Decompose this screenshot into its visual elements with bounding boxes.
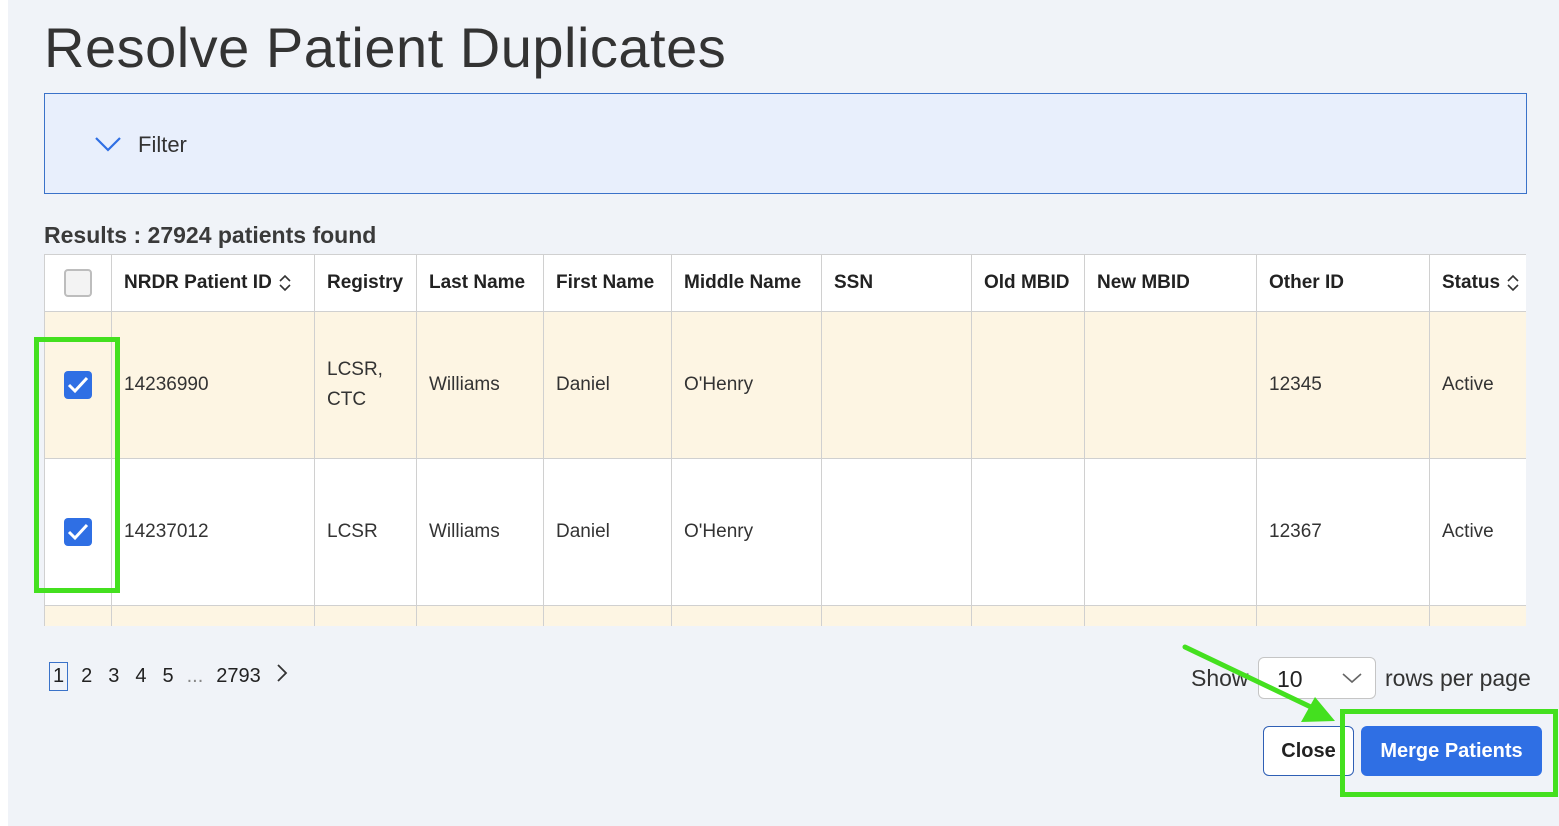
cell-status: Active — [1429, 458, 1526, 606]
page-link-4[interactable]: 4 — [132, 663, 149, 690]
rows-per-page-label: rows per page — [1385, 665, 1531, 691]
row-select-cell — [44, 605, 112, 626]
patients-table-container: NRDR Patient ID Registry Last Name First… — [44, 254, 1526, 626]
cell-registry: LCSR — [314, 458, 417, 606]
col-nrdr-patient-id[interactable]: NRDR Patient ID — [111, 254, 315, 312]
patients-table: NRDR Patient ID Registry Last Name First… — [44, 254, 1526, 626]
cell-last-name: Williams — [416, 458, 544, 606]
col-middle-name: Middle Name — [671, 254, 822, 312]
cell-status — [1429, 605, 1526, 626]
cell-other-id — [1256, 605, 1430, 626]
col-registry: Registry — [314, 254, 417, 312]
col-other-id: Other ID — [1256, 254, 1430, 312]
cell-new-mbid — [1084, 605, 1257, 626]
pagination: 1 2 3 4 5 ... 2793 — [49, 661, 290, 691]
cell-registry: LCSR, CTC — [314, 311, 417, 459]
show-label: Show — [1191, 665, 1249, 691]
row-select-cell — [44, 458, 112, 606]
page-link-5[interactable]: 5 — [160, 663, 177, 690]
cell-other-id: 12345 — [1256, 311, 1430, 459]
cell-middle-name: O'Henry — [671, 458, 822, 606]
page-link-last[interactable]: 2793 — [213, 663, 264, 690]
col-new-mbid: New MBID — [1084, 254, 1257, 312]
row-checkbox-checked[interactable] — [64, 518, 92, 546]
cell-middle-name: O'Henry — [671, 311, 822, 459]
cell-new-mbid — [1084, 311, 1257, 459]
filter-panel[interactable]: Filter — [44, 93, 1527, 194]
select-all-checkbox[interactable] — [64, 269, 92, 297]
sort-icon[interactable] — [1500, 272, 1520, 293]
col-last-name: Last Name — [416, 254, 544, 312]
cell-first-name: Daniel — [543, 458, 672, 606]
cell-old-mbid — [971, 605, 1085, 626]
cell-nrdr-id: 14236990 — [111, 311, 315, 459]
cell-middle-name — [671, 605, 822, 626]
cell-nrdr-id — [111, 605, 315, 626]
cell-old-mbid — [971, 458, 1085, 606]
table-row[interactable]: 14237012 LCSR Williams Daniel O'Henry 12… — [44, 458, 1526, 606]
cell-status: Active — [1429, 311, 1526, 459]
page-link-3[interactable]: 3 — [105, 663, 122, 690]
col-ssn: SSN — [821, 254, 972, 312]
sort-icon[interactable] — [272, 272, 292, 293]
results-count: Results : 27924 patients found — [44, 222, 377, 248]
chevron-right-icon[interactable] — [274, 662, 290, 690]
cell-new-mbid — [1084, 458, 1257, 606]
filter-label[interactable]: Filter — [138, 132, 187, 158]
page-link-1[interactable]: 1 — [49, 661, 69, 691]
select-all-cell — [44, 254, 112, 312]
cell-other-id: 12367 — [1256, 458, 1430, 606]
cell-ssn — [821, 605, 972, 626]
page-link-2[interactable]: 2 — [78, 663, 95, 690]
rows-per-page-value: 10 — [1277, 666, 1303, 692]
col-first-name: First Name — [543, 254, 672, 312]
merge-patients-button[interactable]: Merge Patients — [1361, 726, 1542, 776]
col-old-mbid: Old MBID — [971, 254, 1085, 312]
chevron-down-icon — [1342, 673, 1362, 684]
cell-last-name — [416, 605, 544, 626]
cell-last-name: Williams — [416, 311, 544, 459]
table-row[interactable]: 14236990 LCSR, CTC Williams Daniel O'Henr… — [44, 311, 1526, 459]
chevron-down-icon[interactable] — [93, 132, 123, 156]
row-checkbox-checked[interactable] — [64, 371, 92, 399]
cell-old-mbid — [971, 311, 1085, 459]
table-header-row: NRDR Patient ID Registry Last Name First… — [44, 254, 1526, 312]
rows-per-page-select[interactable]: 10 — [1258, 657, 1376, 699]
table-row[interactable] — [44, 605, 1526, 626]
cell-ssn — [821, 311, 972, 459]
cell-ssn — [821, 458, 972, 606]
cell-first-name: Daniel — [543, 311, 672, 459]
cell-nrdr-id: 14237012 — [111, 458, 315, 606]
row-select-cell — [44, 311, 112, 459]
col-status[interactable]: Status — [1429, 254, 1526, 312]
page-title: Resolve Patient Duplicates — [44, 16, 727, 79]
cell-registry — [314, 605, 417, 626]
cell-first-name — [543, 605, 672, 626]
close-button[interactable]: Close — [1263, 726, 1354, 776]
pagination-ellipsis: ... — [186, 664, 204, 687]
